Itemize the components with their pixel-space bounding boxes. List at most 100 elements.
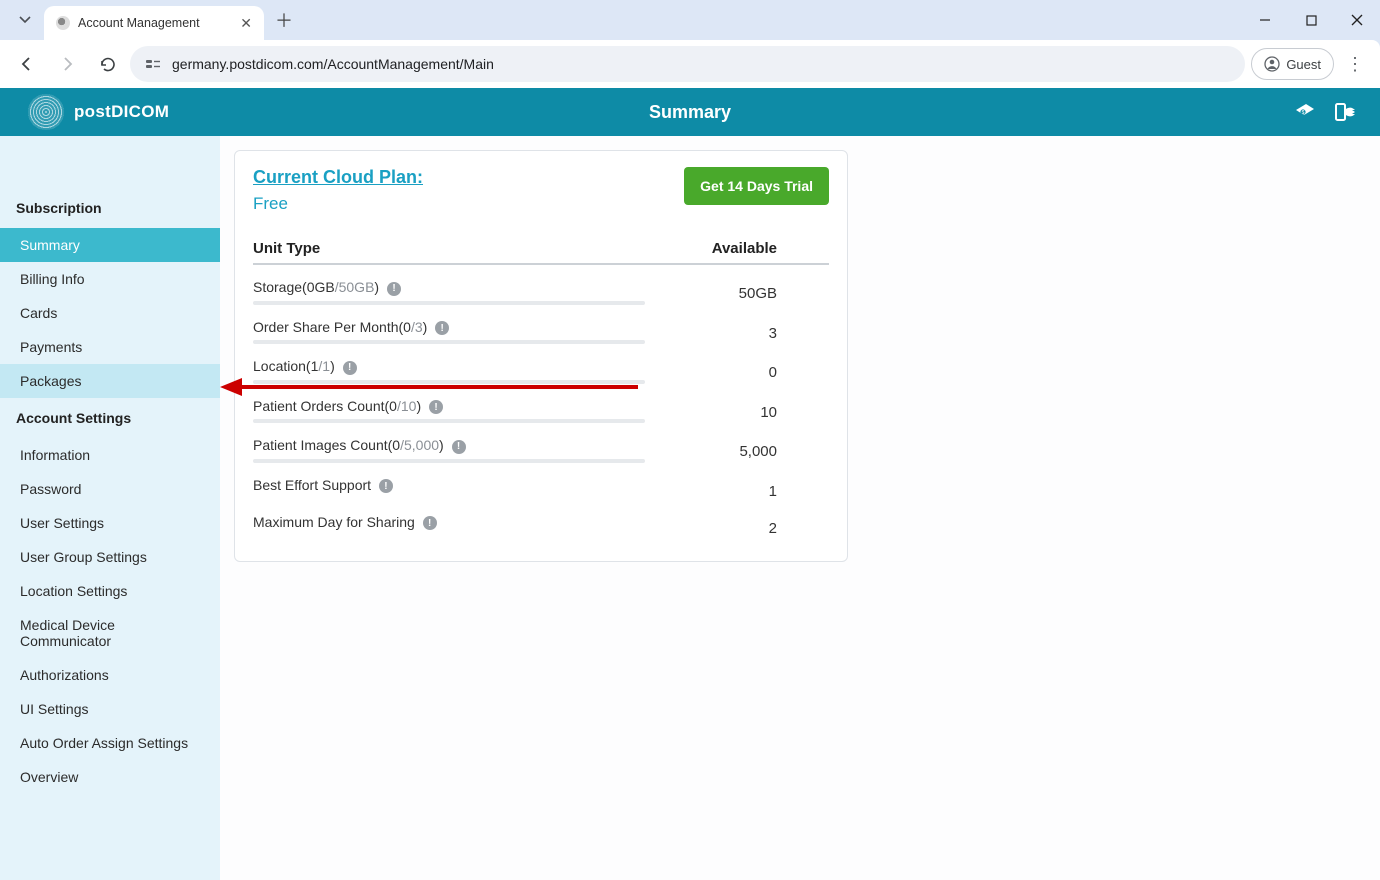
usage-row: Storage(0GB/50GB) !50GB (253, 265, 829, 305)
current-plan-value: Free (253, 194, 423, 214)
current-plan-link[interactable]: Current Cloud Plan: (253, 167, 423, 188)
browser-toolbar: germany.postdicom.com/AccountManagement/… (0, 40, 1380, 88)
unit-label: Maximum Day for Sharing ! (253, 514, 653, 532)
info-icon[interactable]: ! (435, 321, 449, 335)
col-available: Available (653, 240, 813, 257)
sidebar-item-overview[interactable]: Overview (0, 760, 220, 794)
new-tab-button[interactable]: ＋ (270, 6, 298, 34)
app-header: postDICOM Summary $ (0, 88, 1380, 136)
available-value: 3 (653, 319, 813, 342)
progress-bar (253, 301, 645, 305)
usage-row: Patient Images Count(0/5,000) !5,000 (253, 423, 829, 463)
usage-row: Patient Orders Count(0/10) !10 (253, 384, 829, 424)
logout-icon[interactable] (1332, 99, 1358, 125)
chevron-down-icon (19, 14, 31, 26)
info-icon[interactable]: ! (387, 282, 401, 296)
sidebar-item-medical-device-communicator[interactable]: Medical Device Communicator (0, 608, 220, 658)
available-value: 0 (653, 358, 813, 381)
available-value: 50GB (653, 279, 813, 302)
favicon-icon (56, 16, 70, 30)
sidebar-item-authorizations[interactable]: Authorizations (0, 658, 220, 692)
minimize-icon (1259, 14, 1271, 26)
unit-label: Storage(0GB/50GB) ! (253, 279, 653, 305)
tab-title: Account Management (78, 16, 232, 30)
progress-bar (253, 340, 645, 344)
unit-label: Patient Orders Count(0/10) ! (253, 398, 653, 424)
sidebar-item-cards[interactable]: Cards (0, 296, 220, 330)
window-maximize-button[interactable] (1288, 4, 1334, 36)
browser-menu-button[interactable]: ⋮ (1340, 54, 1370, 75)
window-close-button[interactable] (1334, 4, 1380, 36)
info-icon[interactable]: ! (379, 479, 393, 493)
usage-rows: Storage(0GB/50GB) !50GBOrder Share Per M… (253, 265, 829, 537)
info-icon[interactable]: ! (429, 400, 443, 414)
sidebar-item-billing-info[interactable]: Billing Info (0, 262, 220, 296)
site-settings-icon[interactable] (144, 55, 162, 73)
main-content: Current Cloud Plan: Free Get 14 Days Tri… (220, 136, 1380, 880)
summary-card: Current Cloud Plan: Free Get 14 Days Tri… (234, 150, 848, 562)
address-bar[interactable]: germany.postdicom.com/AccountManagement/… (130, 46, 1245, 82)
available-value: 2 (653, 514, 813, 537)
unit-label: Best Effort Support ! (253, 477, 653, 495)
url-text: germany.postdicom.com/AccountManagement/… (172, 56, 494, 72)
brand-logo-icon (28, 94, 64, 130)
browser-tab[interactable]: Account Management ✕ (44, 6, 264, 40)
sidebar-item-ui-settings[interactable]: UI Settings (0, 692, 220, 726)
col-unit-type: Unit Type (253, 240, 653, 257)
sidebar-item-auto-order-assign-settings[interactable]: Auto Order Assign Settings (0, 726, 220, 760)
app-body: SubscriptionSummaryBilling InfoCardsPaym… (0, 136, 1380, 880)
brand-text: postDICOM (74, 102, 169, 122)
info-icon[interactable]: ! (343, 361, 357, 375)
window-minimize-button[interactable] (1242, 4, 1288, 36)
arrow-right-icon (58, 55, 76, 73)
get-trial-button[interactable]: Get 14 Days Trial (684, 167, 829, 205)
info-icon[interactable]: ! (423, 516, 437, 530)
maximize-icon (1306, 15, 1317, 26)
sidebar-item-payments[interactable]: Payments (0, 330, 220, 364)
available-value: 1 (653, 477, 813, 500)
sidebar-item-location-settings[interactable]: Location Settings (0, 574, 220, 608)
tab-close-button[interactable]: ✕ (240, 15, 252, 32)
reload-icon (99, 56, 116, 73)
table-header: Unit Type Available (253, 240, 829, 265)
sidebar-section-title: Account Settings (0, 398, 220, 438)
nav-reload-button[interactable] (90, 47, 124, 81)
guest-icon (1264, 56, 1280, 72)
usage-row: Location(1/1) !0 (253, 344, 829, 384)
page-title: Summary (649, 102, 731, 123)
usage-row: Best Effort Support !1 (253, 463, 829, 500)
usage-row: Maximum Day for Sharing !2 (253, 500, 829, 537)
unit-label: Order Share Per Month(0/3) ! (253, 319, 653, 345)
nav-forward-button[interactable] (50, 47, 84, 81)
brand[interactable]: postDICOM (0, 94, 169, 130)
sidebar-item-information[interactable]: Information (0, 438, 220, 472)
tab-search-dropdown[interactable] (12, 7, 38, 33)
sidebar-item-user-settings[interactable]: User Settings (0, 506, 220, 540)
nav-back-button[interactable] (10, 47, 44, 81)
pricing-icon[interactable]: $ (1292, 99, 1318, 125)
usage-row: Order Share Per Month(0/3) !3 (253, 305, 829, 345)
progress-bar (253, 419, 645, 423)
browser-chrome: Account Management ✕ ＋ germany.postdi (0, 0, 1380, 88)
guest-label: Guest (1286, 57, 1321, 72)
sidebar-section-title: Subscription (0, 188, 220, 228)
window-controls (1242, 0, 1380, 40)
sidebar-item-user-group-settings[interactable]: User Group Settings (0, 540, 220, 574)
available-value: 10 (653, 398, 813, 421)
sidebar-item-summary[interactable]: Summary (0, 228, 220, 262)
tab-strip: Account Management ✕ ＋ (0, 0, 1380, 40)
arrow-left-icon (18, 55, 36, 73)
unit-label: Patient Images Count(0/5,000) ! (253, 437, 653, 463)
header-actions: $ (1292, 99, 1380, 125)
svg-text:$: $ (1302, 110, 1305, 116)
unit-label: Location(1/1) ! (253, 358, 653, 384)
close-icon (1351, 14, 1363, 26)
available-value: 5,000 (653, 437, 813, 460)
sidebar-item-password[interactable]: Password (0, 472, 220, 506)
profile-guest-button[interactable]: Guest (1251, 48, 1334, 80)
progress-bar (253, 380, 645, 384)
sidebar: SubscriptionSummaryBilling InfoCardsPaym… (0, 136, 220, 880)
info-icon[interactable]: ! (452, 440, 466, 454)
sidebar-item-packages[interactable]: Packages (0, 364, 220, 398)
progress-bar (253, 459, 645, 463)
